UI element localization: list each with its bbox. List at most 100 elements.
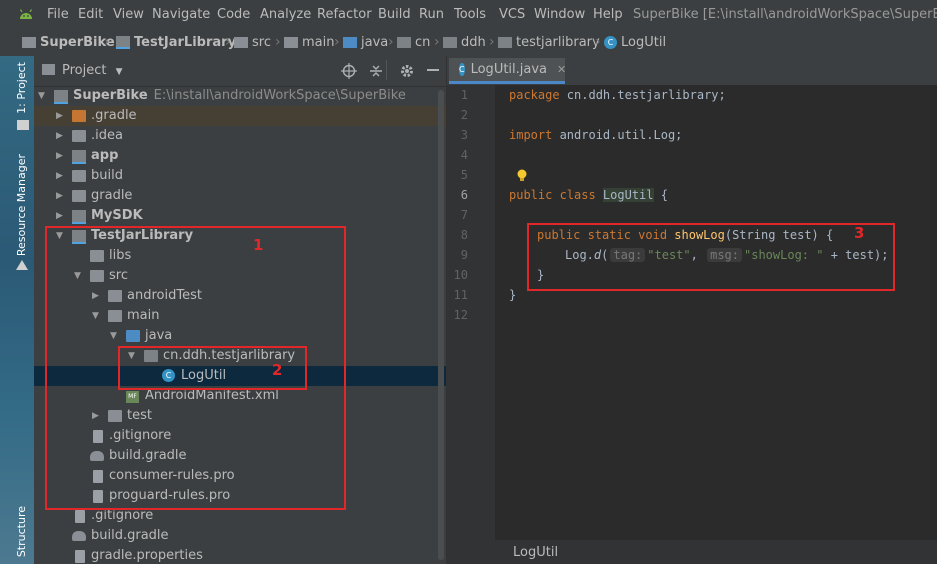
project-view-selector[interactable]: Project ▼ — [62, 63, 123, 78]
tree-item-build[interactable]: ▶ build — [34, 166, 446, 186]
menu-navigate[interactable]: Navigate — [152, 7, 210, 22]
line-number: 8 — [460, 228, 468, 242]
code-editor[interactable]: package cn.ddh.testjarlibrary; import an… — [495, 85, 937, 540]
menu-window[interactable]: Window — [534, 7, 585, 22]
annotation-label-3: 3 — [854, 224, 865, 242]
folder-icon — [72, 170, 86, 182]
locate-icon[interactable] — [341, 63, 357, 79]
tree-item-gradle-properties[interactable]: gradle.properties — [34, 546, 446, 564]
tree-item-label: build.gradle — [91, 528, 169, 543]
line-number: 12 — [453, 308, 468, 322]
package-icon — [443, 37, 457, 48]
line-number: 2 — [460, 108, 468, 122]
chevron-right-icon: › — [225, 34, 231, 50]
tree-item-label: gradle — [91, 188, 133, 203]
editor-tab-bar: C LogUtil.java ✕ — [447, 56, 937, 86]
file-icon — [75, 510, 85, 523]
breadcrumb-cn[interactable]: cn — [397, 35, 430, 50]
close-icon[interactable]: ✕ — [557, 63, 566, 76]
module-icon — [72, 150, 86, 164]
android-studio-logo-icon — [19, 9, 33, 19]
project-scrollbar[interactable] — [438, 90, 444, 560]
breadcrumb-superbike[interactable]: SuperBike — [22, 35, 115, 50]
chevron-right-icon: › — [434, 34, 440, 50]
breadcrumb-label: ddh — [461, 35, 486, 50]
menu-file[interactable]: File — [47, 7, 69, 22]
tree-item-gradle[interactable]: ▶ gradle — [34, 186, 446, 206]
line-number: 4 — [460, 148, 468, 162]
chevron-right-icon: ▶ — [56, 191, 63, 201]
strip-background — [0, 56, 34, 564]
tab-project[interactable]: 1: Project — [15, 62, 28, 114]
module-icon — [72, 210, 86, 224]
breadcrumb-label: main — [302, 35, 335, 50]
tab-structure[interactable]: Structure — [15, 506, 28, 557]
menu-tools[interactable]: Tools — [454, 7, 486, 22]
menu-vcs[interactable]: VCS — [499, 7, 525, 22]
tree-item-label: MySDK — [91, 208, 143, 223]
tree-item-label: gradle.properties — [91, 548, 203, 563]
folder-icon — [72, 190, 86, 202]
tree-item-idea[interactable]: ▶ .idea — [34, 126, 446, 146]
gear-icon[interactable] — [399, 63, 415, 79]
line-number: 7 — [460, 208, 468, 222]
breadcrumb-logutil[interactable]: C LogUtil — [604, 35, 666, 50]
module-icon — [116, 36, 130, 49]
chevron-right-icon: ▶ — [56, 131, 63, 141]
line-number-gutter: 1 2 3 4 5 6 7 8 9 10 11 12 — [447, 85, 495, 540]
tree-item-superbike[interactable]: ▼ SuperBike E:\install\androidWorkSpace\S… — [34, 86, 446, 106]
folder-icon — [72, 110, 86, 122]
tree-item-label: build — [91, 168, 123, 183]
menu-refactor[interactable]: Refactor — [317, 7, 372, 22]
line-number: 9 — [460, 248, 468, 262]
chevron-right-icon: › — [489, 34, 495, 50]
collapse-all-icon[interactable] — [368, 63, 384, 79]
tree-item-gradle-dir[interactable]: ▶ .gradle — [34, 106, 446, 126]
package-icon — [498, 37, 512, 48]
divider — [386, 60, 387, 80]
folder-icon — [72, 130, 86, 142]
project-panel-header: Project ▼ — [34, 56, 446, 87]
breadcrumb-ddh[interactable]: ddh — [443, 35, 486, 50]
menu-analyze[interactable]: Analyze — [260, 7, 311, 22]
class-icon: C — [459, 63, 465, 76]
minimize-icon[interactable] — [427, 69, 439, 71]
menu-run[interactable]: Run — [419, 7, 444, 22]
line-number: 10 — [453, 268, 468, 282]
chevron-down-icon: ▼ — [115, 67, 123, 77]
breadcrumb-label: TestJarLibrary — [134, 35, 237, 50]
breadcrumb-src[interactable]: src — [234, 35, 271, 50]
line-number: 6 — [460, 188, 468, 202]
breadcrumb-java[interactable]: java — [343, 35, 388, 50]
line-number: 11 — [453, 288, 468, 302]
tab-logutil-java[interactable]: C LogUtil.java ✕ — [449, 58, 566, 84]
package-icon — [397, 37, 411, 48]
tree-item-mysdk[interactable]: ▶ MySDK — [34, 206, 446, 226]
tab-resource-manager-label: Resource Manager — [15, 154, 28, 257]
annotation-label-1: 1 — [253, 236, 264, 254]
tree-item-app[interactable]: ▶ app — [34, 146, 446, 166]
breadcrumb-main[interactable]: main — [284, 35, 334, 50]
breadcrumb-testjarlibrary-pkg[interactable]: testjarlibrary — [498, 35, 600, 50]
tree-item-build-gradle-root[interactable]: build.gradle — [34, 526, 446, 546]
file-icon — [75, 550, 85, 563]
project-path: E:\install\androidWorkSpace\SuperBike — [153, 88, 406, 103]
chevron-right-icon: › — [595, 34, 601, 50]
gradle-icon — [72, 531, 86, 541]
menu-code[interactable]: Code — [217, 7, 250, 22]
code-line-11: } — [509, 288, 517, 302]
breadcrumb-label: src — [252, 35, 271, 50]
project-view-label: Project — [62, 63, 107, 78]
menu-view[interactable]: View — [113, 7, 144, 22]
annotation-box-3 — [527, 223, 895, 291]
footer-breadcrumb-logutil[interactable]: LogUtil — [513, 545, 558, 560]
lightbulb-icon[interactable] — [516, 169, 528, 183]
chevron-right-icon: ▶ — [56, 171, 63, 181]
menu-edit[interactable]: Edit — [78, 7, 103, 22]
menu-help[interactable]: Help — [593, 7, 623, 22]
menu-build[interactable]: Build — [378, 7, 411, 22]
breadcrumb-label: LogUtil — [621, 35, 667, 50]
breadcrumb-testjarlibrary[interactable]: TestJarLibrary — [116, 35, 236, 50]
chevron-right-icon: ▶ — [56, 111, 63, 121]
tab-resource-manager[interactable]: Resource Manager — [15, 154, 28, 256]
